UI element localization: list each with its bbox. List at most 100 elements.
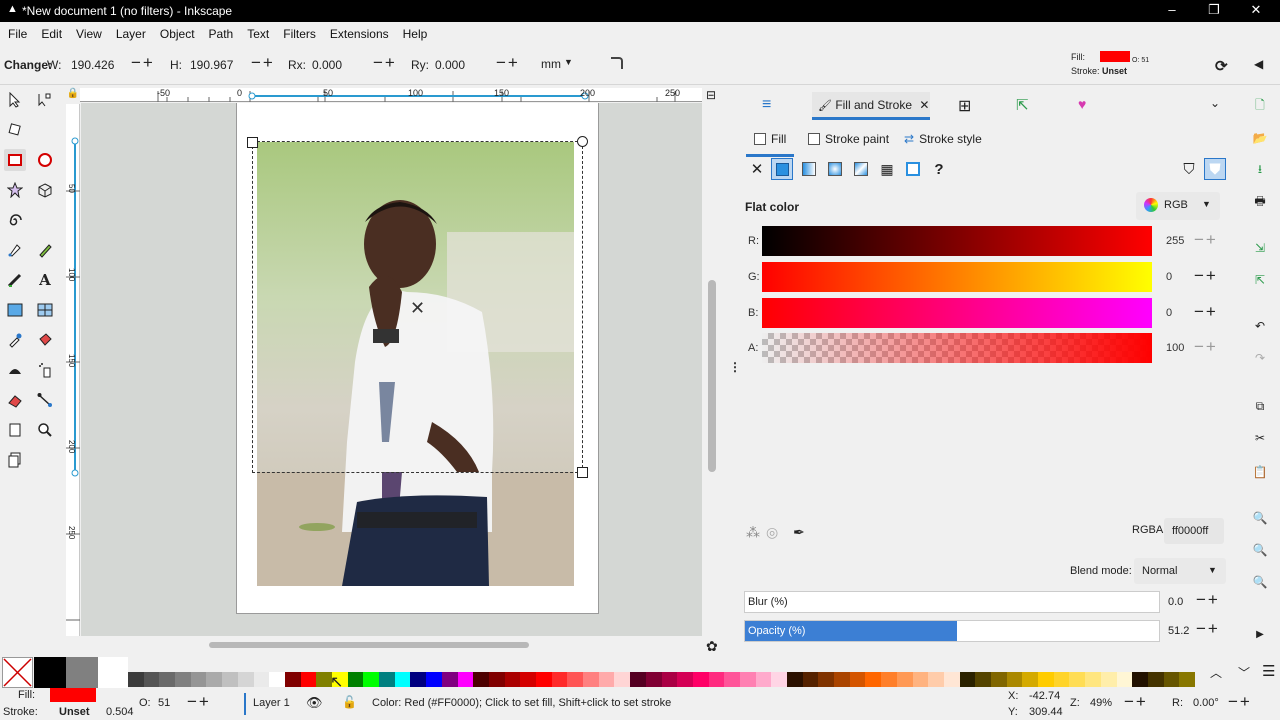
close-tab-icon[interactable]: ✕ xyxy=(919,98,929,112)
palette-swatch[interactable] xyxy=(646,672,662,687)
display-mode-icon[interactable]: ⊟ xyxy=(706,88,716,102)
red-slider[interactable] xyxy=(762,226,1152,256)
layers-tab-icon[interactable]: ≡ xyxy=(762,96,771,114)
node-tool-icon[interactable] xyxy=(34,89,56,111)
palette-swatch[interactable] xyxy=(426,672,442,687)
color-managed-icon[interactable]: ⁂ xyxy=(746,524,760,541)
blue-slider[interactable] xyxy=(762,298,1152,328)
palette-swatch[interactable] xyxy=(724,672,740,687)
palette-swatch[interactable] xyxy=(285,672,301,687)
palette-swatch[interactable] xyxy=(975,672,991,687)
palette-swatch[interactable] xyxy=(960,672,976,687)
rgba-input[interactable]: ff0000ff xyxy=(1164,518,1224,544)
flat-color-icon[interactable] xyxy=(771,158,793,180)
palette-swatch[interactable] xyxy=(991,672,1007,687)
palette-swatch[interactable] xyxy=(363,672,379,687)
palette-swatch[interactable] xyxy=(787,672,803,687)
palette-swatch[interactable] xyxy=(1117,672,1133,687)
chevron-down-icon[interactable]: ⌄ xyxy=(1210,96,1220,110)
export-tab-icon[interactable]: ⇱ xyxy=(1016,96,1029,114)
fill-swatch[interactable] xyxy=(1100,51,1130,62)
resize-handle[interactable] xyxy=(247,137,258,148)
palette-swatch[interactable] xyxy=(269,672,285,687)
mesh-gradient-icon[interactable] xyxy=(850,158,872,180)
red-value[interactable]: 255 xyxy=(1166,235,1184,247)
rotation-value[interactable]: 0.00° xyxy=(1193,697,1219,709)
blur-slider[interactable]: Blur (%) xyxy=(744,591,1160,613)
subtab-stroke-style[interactable]: ⇄ Stroke style xyxy=(904,132,982,146)
palette-swatch[interactable] xyxy=(1132,672,1148,687)
palette-swatch[interactable] xyxy=(662,672,678,687)
palette-swatch[interactable] xyxy=(740,672,756,687)
swatch-icon[interactable] xyxy=(902,158,924,180)
palette-swatch[interactable] xyxy=(1101,672,1117,687)
text-tool-icon[interactable]: A xyxy=(34,269,56,291)
drawing-canvas[interactable]: ✕ xyxy=(81,103,702,636)
palette-swatch[interactable] xyxy=(881,672,897,687)
ry-stepper[interactable]: −+ xyxy=(496,53,520,73)
paste-icon[interactable]: 📋 xyxy=(1250,462,1270,482)
palette-swatch[interactable] xyxy=(34,657,66,688)
copy-icon[interactable]: ⧉ xyxy=(1250,396,1270,416)
resize-handle[interactable] xyxy=(577,467,588,478)
rectangle-tool-icon[interactable] xyxy=(4,149,26,171)
menu-object[interactable]: Object xyxy=(153,27,202,41)
palette-swatch[interactable] xyxy=(1069,672,1085,687)
palette-swatch[interactable] xyxy=(850,672,866,687)
save-icon[interactable]: ⭳ xyxy=(1250,160,1270,180)
w-stepper[interactable]: −+ xyxy=(131,53,155,73)
green-slider[interactable] xyxy=(762,262,1152,292)
palette-swatch[interactable] xyxy=(709,672,725,687)
opacity-stepper[interactable]: −+ xyxy=(1196,619,1220,639)
visibility-eye-icon[interactable]: 👁 xyxy=(306,695,323,711)
subtab-fill[interactable]: Fill xyxy=(754,132,786,146)
palette-swatch[interactable] xyxy=(301,672,317,687)
pattern-icon[interactable]: ▦ xyxy=(876,158,898,180)
measure-tool-icon[interactable] xyxy=(4,449,26,471)
align-tab-icon[interactable]: ⊞ xyxy=(958,96,971,116)
zoom-value[interactable]: 49% xyxy=(1090,697,1112,709)
green-value[interactable]: 0 xyxy=(1166,271,1172,283)
zoom-page-icon[interactable]: 🔍 xyxy=(1250,572,1270,592)
linear-gradient-icon[interactable] xyxy=(798,158,820,180)
print-icon[interactable]: 🖶 xyxy=(1250,192,1270,212)
spray-tool-icon[interactable] xyxy=(34,359,56,381)
menu-path[interactable]: Path xyxy=(202,27,241,41)
redo-icon[interactable]: ↷ xyxy=(1250,348,1270,368)
palette-swatch[interactable] xyxy=(599,672,615,687)
tweak-objects-icon[interactable] xyxy=(4,359,26,381)
palette-swatch[interactable] xyxy=(913,672,929,687)
menu-text[interactable]: Text xyxy=(240,27,276,41)
palette-swatch[interactable] xyxy=(98,657,128,688)
palette-swatch[interactable] xyxy=(1085,672,1101,687)
cut-icon[interactable]: ✂ xyxy=(1250,428,1270,448)
menu-help[interactable]: Help xyxy=(396,27,435,41)
status-opacity-value[interactable]: 51 xyxy=(158,697,170,709)
palette-swatch[interactable] xyxy=(614,672,630,687)
chevron-left-icon[interactable]: ◀ xyxy=(1254,57,1263,71)
palette-swatch[interactable] xyxy=(1148,672,1164,687)
palette-swatch[interactable] xyxy=(222,672,238,687)
blur-stepper[interactable]: −+ xyxy=(1196,590,1220,610)
radial-gradient-icon[interactable] xyxy=(824,158,846,180)
palette-swatch[interactable] xyxy=(897,672,913,687)
palette-swatch[interactable] xyxy=(238,672,254,687)
palette-swatch[interactable] xyxy=(348,672,364,687)
palette-swatch[interactable] xyxy=(206,672,222,687)
palette-swatch[interactable] xyxy=(128,672,144,687)
rotation-center-icon[interactable]: ✕ xyxy=(410,298,425,319)
palette-swatch[interactable] xyxy=(567,672,583,687)
palette-swatch[interactable] xyxy=(175,672,191,687)
unset-paint-icon[interactable]: ? xyxy=(928,158,950,180)
swatches-tab-icon[interactable]: ♥ xyxy=(1078,96,1086,112)
palette-menu-icon[interactable]: ☰ xyxy=(1262,662,1275,680)
expand-commands-icon[interactable]: ▶ xyxy=(1250,624,1270,644)
fill-rule-nonzero-icon[interactable]: ⛊ xyxy=(1204,158,1226,180)
close-window-button[interactable]: ✕ xyxy=(1246,2,1266,20)
zoom-drawing-icon[interactable]: 🔍 xyxy=(1250,540,1270,560)
mesh-tool-icon[interactable] xyxy=(34,299,56,321)
menu-edit[interactable]: Edit xyxy=(34,27,69,41)
no-color-swatch[interactable] xyxy=(2,657,33,688)
gradient-tool-icon[interactable] xyxy=(4,299,26,321)
menu-view[interactable]: View xyxy=(69,27,109,41)
